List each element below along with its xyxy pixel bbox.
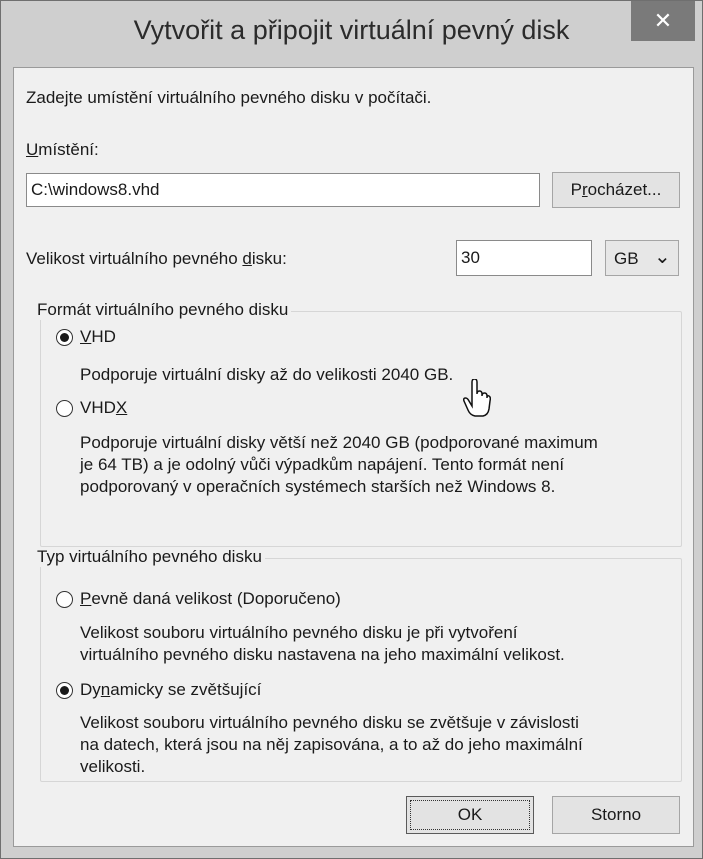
- size-label: Velikost virtuálního pevného disku:: [26, 249, 287, 268]
- radio-selected-dot: [60, 686, 69, 695]
- vhd-radio[interactable]: [56, 329, 73, 346]
- location-input[interactable]: C:\windows8.vhd: [26, 173, 540, 207]
- cancel-button[interactable]: Storno: [552, 796, 680, 834]
- size-unit-select[interactable]: GB ⌄: [605, 240, 679, 276]
- size-input[interactable]: 30: [456, 240, 592, 276]
- vhd-radio-label[interactable]: VHD: [80, 327, 116, 347]
- dialog-body: Zadejte umístění virtuálního pevného dis…: [13, 67, 694, 847]
- location-label: Umístění:: [26, 140, 99, 159]
- ok-button[interactable]: OK: [406, 796, 534, 834]
- format-group: [40, 311, 682, 547]
- focus-rectangle: [410, 800, 530, 830]
- dynamic-radio[interactable]: [56, 682, 73, 699]
- type-group-legend: Typ virtuálního pevného disku: [34, 547, 265, 567]
- fixed-size-description: Velikost souboru virtuálního pevného dis…: [80, 623, 565, 664]
- close-icon: ✕: [653, 8, 673, 33]
- radio-selected-dot: [60, 333, 69, 342]
- chevron-down-icon: ⌄: [654, 246, 671, 268]
- title-bar[interactable]: Vytvořit a připojit virtuální pevný disk…: [1, 1, 702, 67]
- fixed-size-radio[interactable]: [56, 591, 73, 608]
- format-group-legend: Formát virtuálního pevného disku: [34, 300, 292, 320]
- close-button[interactable]: ✕: [631, 1, 695, 41]
- vhd-description: Podporuje virtuální disky až do velikost…: [80, 365, 454, 384]
- vhdx-description: Podporuje virtuální disky větší než 2040…: [80, 433, 598, 496]
- dynamic-description: Velikost souboru virtuálního pevného dis…: [80, 713, 583, 776]
- size-unit-value: GB: [614, 249, 639, 268]
- fixed-size-radio-label[interactable]: Pevně daná velikost (Doporučeno): [80, 589, 341, 609]
- hand-cursor-icon: [463, 379, 491, 417]
- vhdx-radio[interactable]: [56, 400, 73, 417]
- intro-text: Zadejte umístění virtuálního pevného dis…: [26, 88, 432, 107]
- dialog-title: Vytvořit a připojit virtuální pevný disk: [133, 15, 570, 45]
- vhdx-radio-label[interactable]: VHDX: [80, 398, 127, 418]
- dynamic-radio-label[interactable]: Dynamicky se zvětšující: [80, 680, 261, 700]
- dialog-window: Vytvořit a připojit virtuální pevný disk…: [0, 0, 703, 859]
- browse-button[interactable]: Procházet...: [552, 172, 680, 208]
